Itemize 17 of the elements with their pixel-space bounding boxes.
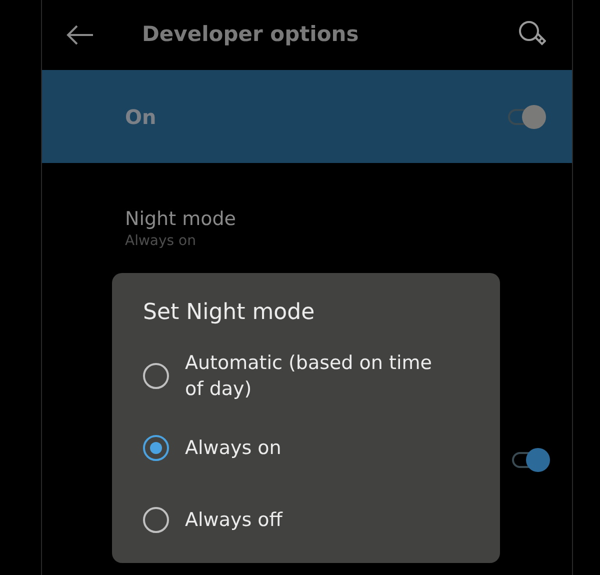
setting-summary: Always on: [125, 232, 197, 251]
dialog-title: Set Night mode: [143, 299, 316, 327]
radio-option[interactable]: Always on: [143, 422, 473, 474]
switch-label: On: [125, 104, 156, 130]
screen-title: Developer options: [142, 21, 360, 48]
back-icon[interactable]: [66, 25, 94, 45]
option-label: Always on: [185, 436, 282, 461]
option-label: Always off: [185, 508, 282, 533]
toggle-switch[interactable]: [506, 104, 546, 128]
radio-option[interactable]: Always off: [143, 494, 473, 546]
radio-button[interactable]: [143, 435, 169, 461]
setting-title[interactable]: Night mode: [125, 207, 572, 231]
radio-button[interactable]: [143, 363, 169, 389]
option-label: Automatic (based on time of day): [185, 351, 433, 402]
radio-option[interactable]: Automatic (based on time of day): [143, 350, 473, 402]
toggle-switch[interactable]: [510, 448, 550, 472]
radio-button[interactable]: [143, 507, 169, 533]
